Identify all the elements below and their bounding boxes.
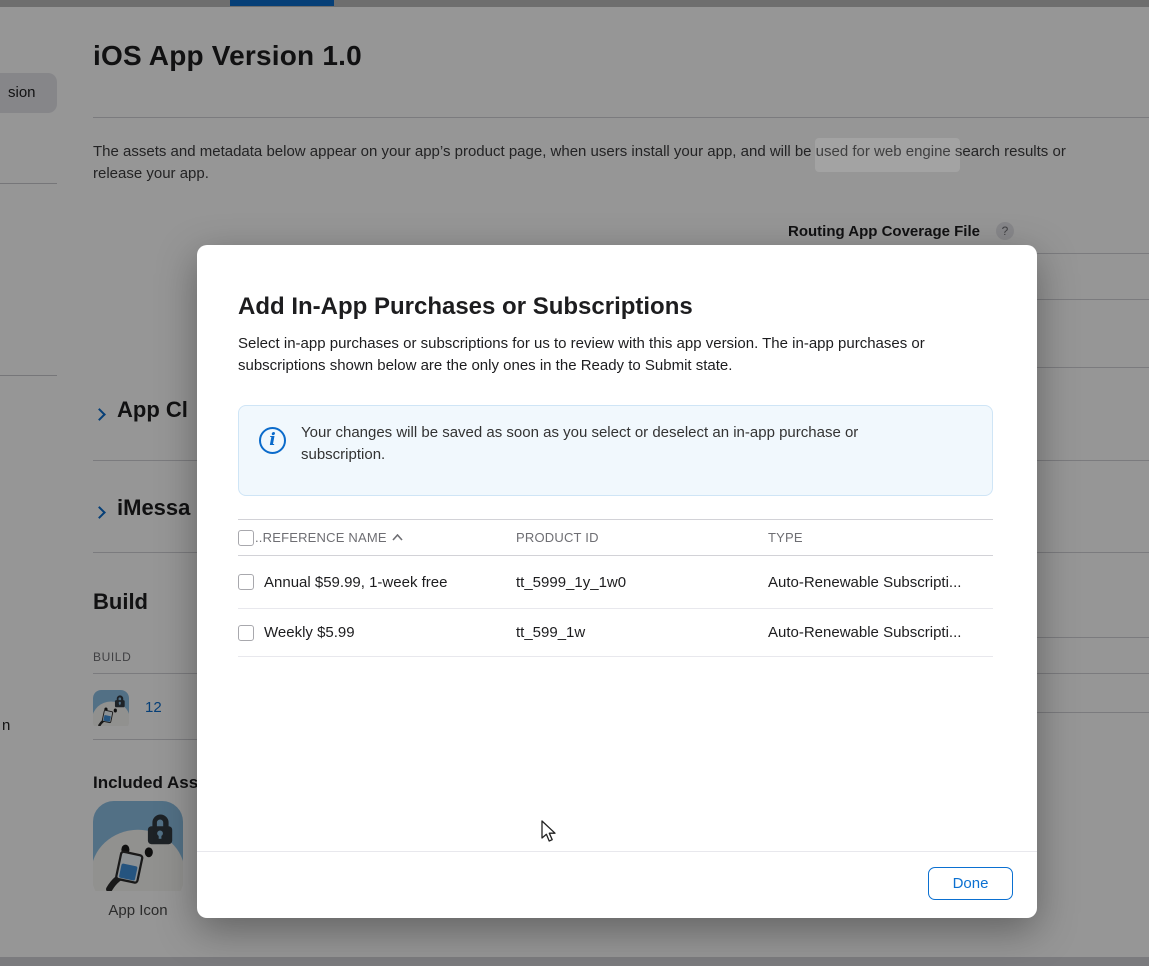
select-all-cell: [238, 529, 255, 546]
iap-table-row[interactable]: Weekly $5.99 tt_599_1w Auto-Renewable Su…: [238, 609, 993, 657]
iap-table-header-row: ..REFERENCE NAME PRODUCT ID TYPE: [238, 519, 993, 556]
row-checkbox-cell: [238, 624, 255, 641]
reference-name-cell: Annual $59.99, 1-week free: [264, 573, 448, 591]
product-id-cell: tt_599_1w: [516, 624, 586, 641]
type-cell: Auto-Renewable Subscripti...: [768, 573, 962, 591]
add-iap-modal: Add In-App Purchases or Subscriptions Se…: [197, 245, 1037, 918]
type-cell: Auto-Renewable Subscripti...: [768, 624, 962, 641]
info-banner-text: Your changes will be saved as soon as yo…: [301, 424, 859, 463]
background-highlight: [815, 138, 960, 172]
modal-subtitle: Select in-app purchases or subscriptions…: [238, 335, 925, 374]
modal-title: Add In-App Purchases or Subscriptions: [238, 293, 693, 320]
mouse-cursor: [541, 820, 556, 842]
type-header[interactable]: TYPE: [768, 530, 993, 545]
info-banner: i Your changes will be saved as soon as …: [238, 405, 993, 496]
row-checkbox[interactable]: [238, 624, 254, 641]
reference-name-header[interactable]: ..REFERENCE NAME: [255, 530, 516, 545]
sort-ascending-icon: [392, 533, 403, 541]
row-checkbox-cell: [238, 574, 255, 590]
modal-footer-divider: [197, 851, 1037, 852]
iap-table-row[interactable]: Annual $59.99, 1-week free tt_5999_1y_1w…: [238, 556, 993, 609]
product-id-cell: tt_5999_1y_1w0: [516, 573, 627, 591]
iap-table: ..REFERENCE NAME PRODUCT ID TYPE Annual …: [238, 519, 993, 657]
reference-name-cell: Weekly $5.99: [264, 624, 355, 641]
product-id-header[interactable]: PRODUCT ID: [516, 530, 768, 545]
select-all-checkbox[interactable]: [238, 529, 254, 546]
row-checkbox[interactable]: [238, 574, 254, 590]
app-store-connect-page: sion n iOS App Version 1.0 The assets an…: [0, 0, 1149, 966]
info-circle-icon: i: [259, 427, 286, 454]
done-button[interactable]: Done: [928, 867, 1013, 900]
